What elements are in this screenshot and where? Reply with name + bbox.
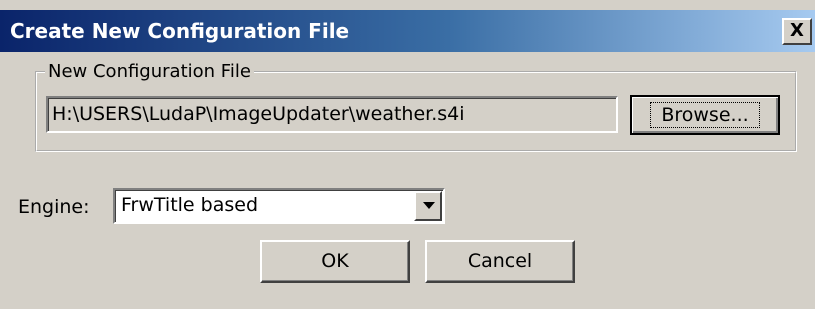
- chevron-down-icon[interactable]: [414, 191, 442, 221]
- browse-button[interactable]: Browse...: [630, 95, 780, 135]
- group-legend: New Configuration File: [48, 61, 251, 82]
- config-path-field[interactable]: H:\USERS\LudaP\ImageUpdater\weather.s4i: [46, 96, 618, 133]
- engine-selected-value: FrwTitle based: [121, 194, 259, 216]
- dialog-title: Create New Configuration File: [10, 19, 350, 43]
- title-bar[interactable]: Create New Configuration File X: [0, 10, 815, 52]
- engine-select[interactable]: FrwTitle based: [113, 188, 445, 224]
- browse-button-label: Browse...: [650, 102, 760, 128]
- ok-button[interactable]: OK: [260, 240, 410, 283]
- close-button[interactable]: X: [782, 18, 812, 45]
- engine-label: Engine:: [18, 196, 90, 218]
- close-icon: X: [790, 20, 804, 41]
- create-config-dialog: Create New Configuration File X New Conf…: [0, 0, 815, 309]
- cancel-button[interactable]: Cancel: [425, 240, 575, 283]
